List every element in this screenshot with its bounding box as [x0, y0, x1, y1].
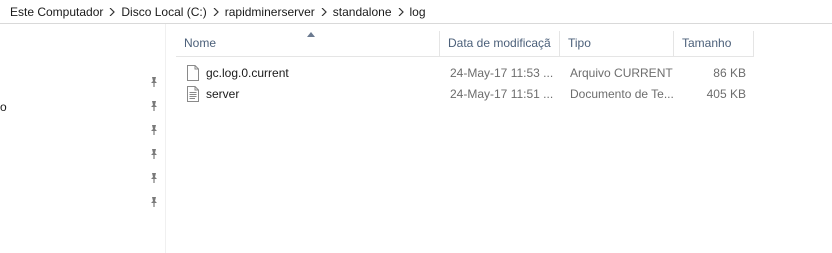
chevron-right-icon[interactable]	[394, 7, 408, 16]
chevron-right-icon[interactable]	[105, 7, 119, 16]
sort-ascending-icon	[307, 32, 315, 37]
pin-icon	[148, 100, 162, 114]
file-name: gc.log.0.current	[206, 65, 289, 80]
file-date: 24-May-17 11:51 ...	[450, 86, 554, 101]
file-date: 24-May-17 11:53 ...	[450, 65, 554, 80]
column-header-type-label: Tipo	[568, 36, 591, 50]
nav-item-fragment[interactable]: o	[0, 100, 7, 114]
breadcrumb-rapidminerserver[interactable]: rapidminerserver	[223, 5, 317, 19]
pin-icon	[148, 148, 162, 162]
pin-icon	[148, 172, 162, 186]
table-row[interactable]: gc.log.0.current 24-May-17 11:53 ... Arq…	[176, 62, 754, 83]
column-header-size-label: Tamanho	[682, 36, 732, 50]
column-header-name[interactable]: Nome	[176, 31, 440, 56]
column-header-row: Nome Data de modificaçã Tipo Tamanho	[176, 31, 754, 57]
text-file-icon	[187, 85, 199, 102]
column-header-date[interactable]: Data de modificaçã	[440, 31, 560, 56]
pin-icon	[148, 124, 162, 138]
breadcrumb-standalone[interactable]: standalone	[331, 5, 394, 19]
chevron-right-icon[interactable]	[209, 7, 223, 16]
file-name: server	[206, 86, 240, 101]
pin-icon	[148, 76, 162, 90]
file-type: Documento de Te...	[570, 86, 674, 101]
table-row[interactable]: server 24-May-17 11:51 ... Documento de …	[176, 83, 754, 104]
chevron-right-icon[interactable]	[317, 7, 331, 16]
column-header-type[interactable]: Tipo	[560, 31, 674, 56]
column-header-name-label: Nome	[184, 36, 217, 50]
file-size: 405 KB	[706, 86, 746, 101]
pin-icon	[148, 196, 162, 210]
column-header-size[interactable]: Tamanho	[674, 31, 754, 56]
column-header-date-label: Data de modificaçã	[448, 36, 551, 50]
navigation-pane	[0, 24, 166, 253]
file-size: 86 KB	[713, 65, 746, 80]
breadcrumb: Este Computador Disco Local (C:) rapidmi…	[0, 0, 832, 24]
file-type: Arquivo CURRENT	[570, 65, 673, 80]
breadcrumb-this-pc[interactable]: Este Computador	[8, 5, 105, 19]
pane-divider[interactable]	[165, 24, 166, 253]
blank-file-icon	[187, 64, 199, 81]
breadcrumb-log[interactable]: log	[408, 5, 428, 19]
breadcrumb-local-disk[interactable]: Disco Local (C:)	[119, 5, 208, 19]
